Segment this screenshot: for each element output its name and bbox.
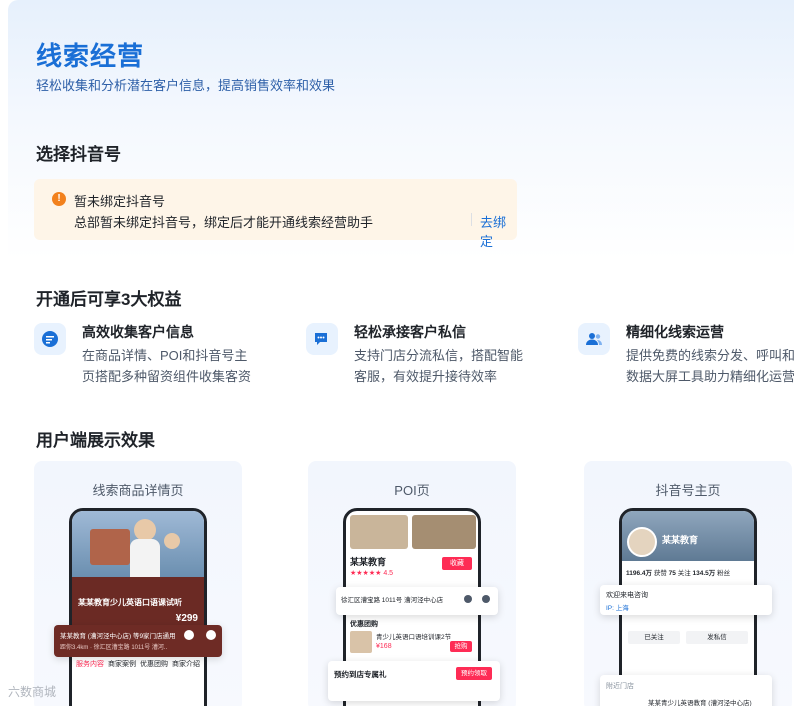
- preview-card-account: 抖音号主页 某某教育 1196.4万 获赞 75 关注 134.5万 粉丝 已关…: [584, 461, 792, 706]
- card-title: 抖音号主页: [655, 483, 721, 498]
- welcome-text: 欢迎来电咨询: [606, 592, 648, 599]
- nearby-store-name[interactable]: 某某青少儿英语教育 (漕河泾中心店): [648, 697, 752, 706]
- phone-icon[interactable]: [482, 595, 490, 603]
- navigate-icon[interactable]: [184, 630, 194, 640]
- watermark: 六数商城: [8, 685, 57, 699]
- benefit-description: 支持门店分流私信，搭配智能 客服，有效提升接待效率: [354, 348, 524, 384]
- preview-card-poi: POI页 某某教育 ★★★★★ 4.5 收藏 优惠团购 青少儿英语口语培训课2节…: [308, 461, 516, 706]
- poi-photo: [350, 515, 408, 549]
- chat-icon[interactable]: [464, 595, 472, 603]
- section-title-select-account: 选择抖音号: [36, 145, 121, 164]
- tab-service[interactable]: 服务内容: [76, 659, 104, 673]
- benefit-item: 精细化线索运营 提供免费的线索分发、呼叫和 数据大屏工具助力精细化运营: [578, 321, 794, 391]
- product-image: [72, 511, 204, 577]
- tab-cases[interactable]: 商家案例: [108, 659, 136, 673]
- poi-address: 徐汇区漕宝路 1011号 漕河泾中心店: [341, 597, 444, 604]
- card-title: 线索商品详情页: [92, 483, 184, 498]
- benefit-title: 高效收集客户信息: [82, 324, 194, 340]
- tab-intro[interactable]: 商家介绍: [172, 659, 200, 673]
- page-content: 线索经营 轻松收集和分析潜在客户信息，提高销售效率和效果 选择抖音号 ! 暂未绑…: [0, 0, 794, 706]
- benefit-title: 精细化线索运营: [626, 324, 724, 340]
- reserve-float-card: 预约到店专属礼 预约领取: [328, 661, 500, 701]
- store-float-card: 某某教育 (漕河泾中心店) 等9家门店通用 距你3.4km · 徐汇区漕宝路 1…: [54, 625, 222, 657]
- nearby-store-float-card: 附近门店 某某青少儿英语教育 (漕河泾中心店): [600, 675, 772, 706]
- reserve-button[interactable]: 预约领取: [456, 667, 492, 680]
- product-title: 某某教育少儿英语口语课试听: [78, 598, 182, 607]
- product-tabs: 服务内容 商家案例 优惠团购 商家介绍: [72, 659, 204, 673]
- card-title: POI页: [394, 483, 430, 498]
- tab-deals[interactable]: 优惠团购: [140, 659, 168, 673]
- benefit-item: 高效收集客户信息 在商品详情、POI和抖音号主 页搭配多种留资组件收集客资: [34, 321, 264, 391]
- users-icon: [578, 323, 610, 355]
- welcome-float-card: 欢迎来电咨询 IP: 上海: [600, 585, 772, 615]
- reserve-title: 预约到店专属礼: [334, 670, 387, 679]
- product-price: ¥299: [175, 613, 198, 624]
- benefit-item: 轻松承接客户私信 支持门店分流私信，搭配智能 客服，有效提升接待效率: [306, 321, 536, 391]
- follow-button[interactable]: 收藏: [442, 557, 472, 570]
- benefit-title: 轻松承接客户私信: [354, 324, 466, 340]
- preview-card-product-detail: 线索商品详情页 某某教育少儿英语口语课试听 ¥299 服务内容 商家案例 优惠团…: [34, 461, 242, 706]
- page-subtitle: 轻松收集和分析潜在客户信息，提高销售效率和效果: [36, 78, 336, 93]
- location-text: IP: 上海: [606, 605, 629, 612]
- shop-name: 某某教育: [350, 557, 387, 567]
- avatar: [627, 527, 657, 557]
- followed-button[interactable]: 已关注: [628, 631, 680, 644]
- group-item-price: ¥168: [376, 643, 392, 650]
- bind-account-link[interactable]: 去绑定: [480, 212, 517, 250]
- nearby-label: 附近门店: [606, 683, 634, 690]
- section-title-benefits: 开通后可享3大权益: [36, 290, 182, 309]
- phone-icon[interactable]: [206, 630, 216, 640]
- account-stats: 1196.4万 获赞 75 关注 134.5万 粉丝: [626, 570, 731, 577]
- section-title-display: 用户端展示效果: [36, 431, 155, 450]
- benefit-description: 提供免费的线索分发、呼叫和 数据大屏工具助力精细化运营: [626, 348, 794, 384]
- group-item-title: 青少儿英语口语培训课2节: [376, 634, 452, 641]
- account-name: 某某教育: [662, 535, 699, 545]
- benefit-description: 在商品详情、POI和抖音号主 页搭配多种留资组件收集客资: [82, 348, 252, 384]
- store-name: 某某教育 (漕河泾中心店) 等9家门店通用: [60, 633, 176, 640]
- buy-button[interactable]: 抢购: [450, 641, 472, 652]
- group-section-title: 优惠团购: [350, 621, 378, 628]
- alert-description: 总部暂未绑定抖音号，绑定后才能开通线索经营助手: [74, 215, 374, 230]
- page-title: 线索经营: [36, 41, 145, 71]
- document-icon: [34, 323, 66, 355]
- poi-photo: [412, 515, 476, 549]
- unbound-alert: ! 暂未绑定抖音号 总部暂未绑定抖音号，绑定后才能开通线索经营助手 去绑定: [34, 179, 517, 249]
- phone-mockup: 某某教育少儿英语口语课试听 ¥299 服务内容 商家案例 优惠团购 商家介绍: [69, 508, 207, 706]
- shop-rating: ★★★★★ 4.5: [350, 570, 394, 577]
- poi-address-float-card: 徐汇区漕宝路 1011号 漕河泾中心店: [336, 587, 498, 615]
- store-address: 距你3.4km · 徐汇区漕宝路 1011号 漕河..: [60, 645, 168, 651]
- message-button[interactable]: 发私信: [686, 631, 748, 644]
- chat-icon: [306, 323, 338, 355]
- alert-divider: [471, 213, 472, 226]
- group-thumbnail: [350, 631, 372, 653]
- product-info: 某某教育少儿英语口语课试听 ¥299: [72, 577, 204, 627]
- warning-icon: !: [52, 192, 66, 206]
- alert-title: 暂未绑定抖音号: [74, 194, 166, 209]
